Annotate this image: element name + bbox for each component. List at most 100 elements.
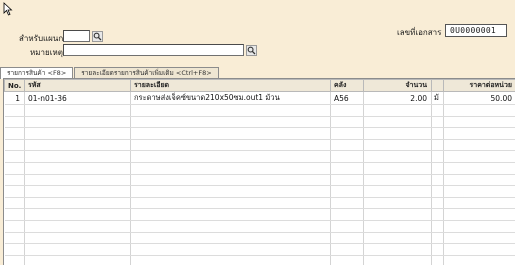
empty-cell[interactable] (24, 162, 131, 175)
empty-cell[interactable] (431, 197, 444, 210)
empty-row[interactable] (4, 255, 515, 265)
empty-cell[interactable] (330, 220, 364, 233)
empty-row[interactable] (4, 127, 515, 140)
empty-cell[interactable] (130, 255, 331, 265)
empty-row[interactable] (4, 139, 515, 152)
empty-cell[interactable] (24, 127, 131, 140)
empty-cell[interactable] (431, 150, 444, 163)
empty-cell[interactable] (443, 150, 515, 163)
empty-cell[interactable] (363, 116, 432, 129)
empty-cell[interactable] (363, 208, 432, 221)
empty-cell[interactable] (130, 208, 331, 221)
docno-field[interactable]: 0U0000001 (445, 24, 507, 37)
remark-lookup-button[interactable] (246, 45, 257, 56)
empty-row[interactable] (4, 232, 515, 245)
empty-cell[interactable] (330, 185, 364, 198)
empty-cell[interactable] (24, 232, 131, 245)
table-row[interactable]: 1 01-n01-36 กระดาษส่งเจ็คซ์ขนาด210x50ซม.… (4, 91, 515, 105)
empty-cell[interactable] (130, 174, 331, 187)
empty-cell[interactable] (24, 197, 131, 210)
empty-cell[interactable] (130, 243, 331, 256)
empty-cell[interactable] (363, 139, 432, 152)
empty-cell[interactable] (4, 104, 25, 117)
empty-cell[interactable] (443, 162, 515, 175)
empty-cell[interactable] (363, 232, 432, 245)
col-header-code[interactable]: รหัส (24, 79, 131, 92)
empty-row[interactable] (4, 220, 515, 233)
empty-cell[interactable] (363, 104, 432, 117)
empty-cell[interactable] (24, 116, 131, 129)
empty-cell[interactable] (24, 185, 131, 198)
empty-cell[interactable] (24, 243, 131, 256)
empty-cell[interactable] (330, 208, 364, 221)
empty-cell[interactable] (431, 255, 444, 265)
empty-cell[interactable] (4, 220, 25, 233)
empty-cell[interactable] (330, 150, 364, 163)
empty-cell[interactable] (443, 197, 515, 210)
empty-cell[interactable] (431, 104, 444, 117)
empty-cell[interactable] (443, 232, 515, 245)
empty-cell[interactable] (431, 139, 444, 152)
empty-cell[interactable] (4, 232, 25, 245)
empty-cell[interactable] (443, 208, 515, 221)
empty-cell[interactable] (431, 243, 444, 256)
empty-cell[interactable] (330, 116, 364, 129)
empty-row[interactable] (4, 162, 515, 175)
empty-cell[interactable] (443, 255, 515, 265)
empty-cell[interactable] (24, 104, 131, 117)
empty-cell[interactable] (330, 197, 364, 210)
empty-cell[interactable] (130, 197, 331, 210)
cell-unit[interactable]: ม้ (431, 91, 444, 105)
col-header-warehouse[interactable]: คลัง (330, 79, 364, 92)
empty-cell[interactable] (363, 243, 432, 256)
empty-row[interactable] (4, 150, 515, 163)
empty-row[interactable] (4, 116, 515, 129)
empty-cell[interactable] (4, 185, 25, 198)
empty-row[interactable] (4, 243, 515, 256)
empty-cell[interactable] (443, 116, 515, 129)
empty-cell[interactable] (431, 208, 444, 221)
empty-cell[interactable] (130, 127, 331, 140)
col-header-unit-price[interactable]: ราคาต่อหน่วย (443, 79, 515, 92)
col-header-quantity[interactable]: จำนวน (363, 79, 432, 92)
empty-cell[interactable] (443, 185, 515, 198)
empty-cell[interactable] (431, 232, 444, 245)
empty-cell[interactable] (431, 162, 444, 175)
empty-cell[interactable] (24, 174, 131, 187)
empty-cell[interactable] (24, 220, 131, 233)
empty-cell[interactable] (130, 220, 331, 233)
empty-cell[interactable] (330, 104, 364, 117)
empty-cell[interactable] (4, 255, 25, 265)
cell-no[interactable]: 1 (4, 91, 25, 105)
empty-cell[interactable] (24, 255, 131, 265)
empty-cell[interactable] (330, 232, 364, 245)
col-header-unit[interactable] (431, 79, 444, 92)
empty-cell[interactable] (4, 243, 25, 256)
empty-cell[interactable] (130, 139, 331, 152)
empty-row[interactable] (4, 174, 515, 187)
cell-quantity[interactable]: 2.00 (363, 91, 432, 105)
empty-cell[interactable] (330, 139, 364, 152)
cell-description[interactable]: กระดาษส่งเจ็คซ์ขนาด210x50ซม.out1 ม้วน (130, 91, 331, 105)
empty-cell[interactable] (363, 255, 432, 265)
empty-cell[interactable] (4, 139, 25, 152)
empty-row[interactable] (4, 208, 515, 221)
empty-cell[interactable] (363, 197, 432, 210)
empty-cell[interactable] (443, 139, 515, 152)
cell-unit-price[interactable]: 50.00 (443, 91, 515, 105)
empty-cell[interactable] (330, 243, 364, 256)
department-input[interactable] (63, 30, 90, 42)
empty-cell[interactable] (4, 162, 25, 175)
empty-cell[interactable] (4, 174, 25, 187)
empty-cell[interactable] (431, 185, 444, 198)
empty-cell[interactable] (24, 208, 131, 221)
empty-cell[interactable] (4, 116, 25, 129)
empty-cell[interactable] (24, 139, 131, 152)
empty-cell[interactable] (363, 150, 432, 163)
empty-cell[interactable] (443, 174, 515, 187)
empty-cell[interactable] (130, 162, 331, 175)
empty-cell[interactable] (130, 104, 331, 117)
empty-cell[interactable] (363, 162, 432, 175)
remark-input[interactable] (63, 44, 244, 56)
empty-cell[interactable] (130, 150, 331, 163)
